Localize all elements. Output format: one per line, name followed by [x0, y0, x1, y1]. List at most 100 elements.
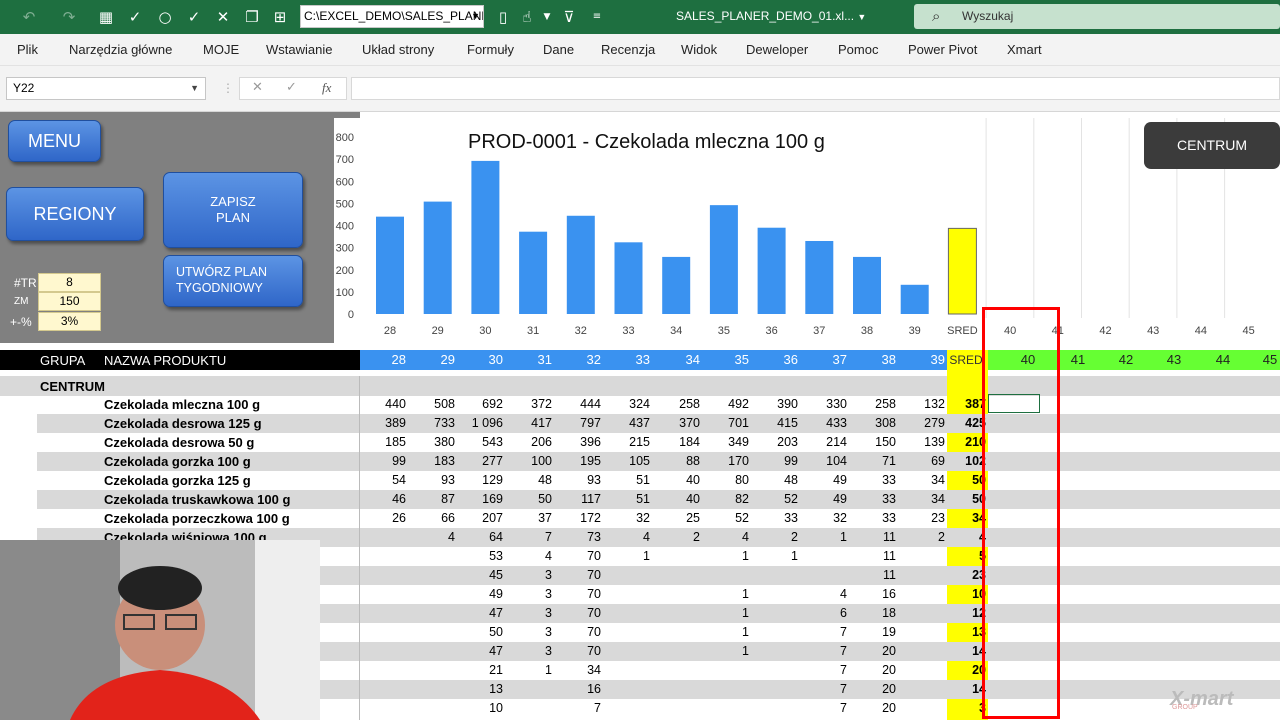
value-cell[interactable] [801, 566, 847, 585]
param-input-zm[interactable]: 150 [38, 292, 101, 311]
average-cell[interactable]: 210 [940, 433, 986, 452]
value-cell[interactable]: 543 [457, 433, 503, 452]
menu-recenzja[interactable]: Recenzja [601, 42, 655, 57]
header-week[interactable]: 36 [758, 350, 798, 370]
value-cell[interactable]: 70 [555, 642, 601, 661]
value-cell[interactable]: 20 [850, 699, 896, 718]
value-cell[interactable] [752, 642, 798, 661]
grid-icon[interactable]: ▦ [97, 8, 115, 26]
header-future-week[interactable]: 43 [1156, 350, 1192, 370]
value-cell[interactable]: 53 [457, 547, 503, 566]
table-row[interactable]: Czekolada gorzka 100 g 99 183 277 100 195 105 8… [0, 452, 1280, 471]
average-cell[interactable]: 5 [940, 547, 986, 566]
value-cell[interactable]: 330 [801, 395, 847, 414]
average-cell[interactable]: 14 [940, 680, 986, 699]
header-week[interactable]: 33 [610, 350, 650, 370]
value-cell[interactable]: 415 [752, 414, 798, 433]
value-cell[interactable]: 54 [360, 471, 406, 490]
value-cell[interactable]: 1 [703, 642, 749, 661]
value-cell[interactable]: 389 [360, 414, 406, 433]
menu-deweloper[interactable]: Deweloper [746, 42, 808, 57]
value-cell[interactable]: 16 [555, 680, 601, 699]
chevron-down-icon[interactable]: ▼ [538, 8, 556, 26]
value-cell[interactable] [899, 661, 945, 680]
value-cell[interactable] [409, 566, 455, 585]
value-cell[interactable]: 437 [604, 414, 650, 433]
value-cell[interactable]: 40 [654, 490, 700, 509]
new-doc-icon[interactable]: ▯ [494, 8, 512, 26]
value-cell[interactable] [360, 623, 406, 642]
value-cell[interactable]: 82 [703, 490, 749, 509]
value-cell[interactable]: 1 [801, 528, 847, 547]
name-box[interactable]: Y22 ▼ [6, 77, 206, 100]
value-cell[interactable]: 349 [703, 433, 749, 452]
centrum-button[interactable]: CENTRUM [1144, 122, 1280, 169]
value-cell[interactable] [360, 661, 406, 680]
average-cell[interactable]: 102 [940, 452, 986, 471]
average-cell[interactable]: 425 [940, 414, 986, 433]
average-cell[interactable]: 34 [940, 509, 986, 528]
value-cell[interactable]: 100 [506, 452, 552, 471]
header-week[interactable]: 38 [856, 350, 896, 370]
value-cell[interactable]: 172 [555, 509, 601, 528]
value-cell[interactable] [360, 642, 406, 661]
value-cell[interactable] [899, 585, 945, 604]
value-cell[interactable]: 258 [850, 395, 896, 414]
value-cell[interactable]: 2 [654, 528, 700, 547]
value-cell[interactable]: 492 [703, 395, 749, 414]
value-cell[interactable]: 3 [506, 566, 552, 585]
copy-icon[interactable]: ❐ [243, 8, 261, 26]
value-cell[interactable]: 185 [360, 433, 406, 452]
value-cell[interactable]: 80 [703, 471, 749, 490]
value-cell[interactable]: 215 [604, 433, 650, 452]
value-cell[interactable]: 150 [850, 433, 896, 452]
value-cell[interactable]: 46 [360, 490, 406, 509]
value-cell[interactable] [409, 699, 455, 718]
param-input-pct[interactable]: 3% [38, 312, 101, 331]
value-cell[interactable]: 104 [801, 452, 847, 471]
value-cell[interactable] [360, 547, 406, 566]
value-cell[interactable]: 195 [555, 452, 601, 471]
value-cell[interactable] [654, 566, 700, 585]
value-cell[interactable]: 7 [506, 528, 552, 547]
value-cell[interactable]: 733 [409, 414, 455, 433]
header-future-week[interactable]: 45 [1252, 350, 1280, 370]
regiony-button[interactable]: REGIONY [6, 187, 144, 241]
formula-input[interactable] [351, 77, 1280, 100]
value-cell[interactable]: 1 [703, 585, 749, 604]
value-cell[interactable]: 169 [457, 490, 503, 509]
confirm-icon[interactable]: ✓ [286, 80, 297, 95]
value-cell[interactable]: 4 [801, 585, 847, 604]
value-cell[interactable]: 390 [752, 395, 798, 414]
value-cell[interactable]: 33 [850, 490, 896, 509]
menu-widok[interactable]: Widok [681, 42, 717, 57]
value-cell[interactable]: 417 [506, 414, 552, 433]
value-cell[interactable]: 20 [850, 661, 896, 680]
value-cell[interactable] [752, 661, 798, 680]
value-cell[interactable]: 40 [654, 471, 700, 490]
menu-button[interactable]: MENU [8, 120, 101, 162]
value-cell[interactable]: 34 [899, 490, 945, 509]
value-cell[interactable]: 10 [457, 699, 503, 718]
average-cell[interactable]: 12 [940, 604, 986, 623]
value-cell[interactable]: 48 [506, 471, 552, 490]
value-cell[interactable] [752, 680, 798, 699]
value-cell[interactable]: 444 [555, 395, 601, 414]
value-cell[interactable] [752, 566, 798, 585]
value-cell[interactable]: 370 [654, 414, 700, 433]
average-cell[interactable]: 23 [940, 566, 986, 585]
value-cell[interactable]: 47 [457, 604, 503, 623]
value-cell[interactable] [409, 604, 455, 623]
value-cell[interactable]: 797 [555, 414, 601, 433]
menu-pomoc[interactable]: Pomoc [838, 42, 878, 57]
menu-formuly[interactable]: Formuły [467, 42, 514, 57]
header-future-week[interactable]: 42 [1108, 350, 1144, 370]
value-cell[interactable] [752, 604, 798, 623]
value-cell[interactable]: 3 [506, 604, 552, 623]
value-cell[interactable] [899, 604, 945, 623]
value-cell[interactable] [801, 547, 847, 566]
average-cell[interactable]: 13 [940, 623, 986, 642]
menu-wstawianie[interactable]: Wstawianie [266, 42, 332, 57]
value-cell[interactable]: 47 [457, 642, 503, 661]
value-cell[interactable]: 692 [457, 395, 503, 414]
